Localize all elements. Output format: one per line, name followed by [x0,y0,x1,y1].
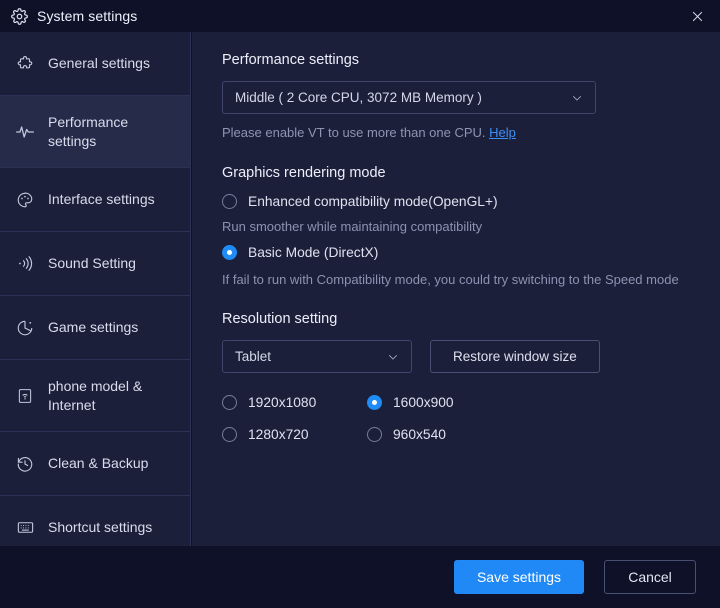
window-title: System settings [37,8,138,24]
resolution-option-label: 1920x1080 [248,395,317,410]
sidebar-item-label: Performance settings [48,113,129,149]
graphics-option-enhanced[interactable]: Enhanced compatibility mode(OpenGL+) [222,194,720,209]
puzzle-icon [14,53,36,75]
performance-settings-title: Performance settings [222,52,360,68]
radio-1280x720[interactable] [222,427,237,442]
title-bar: System settings [0,0,720,32]
radio-1600x900[interactable] [367,395,382,410]
speaker-icon [14,253,36,275]
sidebar-item-general-settings[interactable]: General settings [0,32,190,96]
resolution-option-960x540[interactable]: 960x540 [367,427,512,442]
sidebar-item-label: Clean & Backup [48,455,149,471]
sidebar-item-interface-settings[interactable]: Interface settings [0,168,190,232]
keyboard-icon [14,517,36,539]
footer-actions: Save settings Cancel [0,546,720,608]
graphics-option-enhanced-description: Run smoother while maintaining compatibi… [222,219,483,234]
gamepad-icon [14,317,36,339]
sidebar-item-label: General settings [48,55,150,71]
resolution-option-1600x900[interactable]: 1600x900 [367,395,512,410]
sidebar-item-performance-settings[interactable]: Performance settings [0,96,190,168]
graphics-rendering-mode-title: Graphics rendering mode [222,165,386,181]
resolution-option-1280x720[interactable]: 1280x720 [222,427,367,442]
resolution-preset-value: Tablet [235,349,272,364]
resolution-option-1920x1080[interactable]: 1920x1080 [222,395,367,410]
sidebar-item-game-settings[interactable]: Game settings [0,296,190,360]
resolution-setting-title: Resolution setting [222,311,338,327]
gear-icon [10,7,28,25]
vt-hint-text: Please enable VT to use more than one CP… [222,125,486,140]
performance-profile-select[interactable]: Middle ( 2 Core CPU, 3072 MB Memory ) [222,81,596,114]
resolution-option-label: 960x540 [393,427,446,442]
graphics-option-label: Basic Mode (DirectX) [248,245,379,260]
palette-icon [14,189,36,211]
help-link[interactable]: Help [489,125,516,140]
history-icon [14,453,36,475]
chevron-down-icon [570,91,584,105]
close-icon[interactable] [674,0,720,32]
performance-profile-value: Middle ( 2 Core CPU, 3072 MB Memory ) [235,90,482,105]
pulse-icon [14,121,36,143]
sidebar-item-label: Shortcut settings [48,519,153,535]
sidebar-item-sound-setting[interactable]: Sound Setting [0,232,190,296]
radio-1920x1080[interactable] [222,395,237,410]
sidebar-item-label: Game settings [48,319,139,335]
sidebar-item-label: phone model & Internet [48,377,143,413]
sidebar: General settings Performance settings In… [0,32,191,560]
device-wifi-icon [14,385,36,407]
graphics-mode-options: Enhanced compatibility mode(OpenGL+) Run… [222,194,720,289]
restore-window-size-button[interactable]: Restore window size [430,340,600,373]
system-settings-window: System settings General settings Perform… [0,0,720,608]
chevron-down-icon [386,350,400,364]
graphics-option-basic[interactable]: Basic Mode (DirectX) [222,245,720,260]
vt-hint: Please enable VT to use more than one CP… [222,125,720,140]
resolution-option-label: 1280x720 [248,427,309,442]
radio-enhanced-compatibility[interactable] [222,194,237,209]
cancel-button[interactable]: Cancel [604,560,696,594]
radio-960x540[interactable] [367,427,382,442]
sidebar-item-clean-backup[interactable]: Clean & Backup [0,432,190,496]
save-settings-button[interactable]: Save settings [454,560,584,594]
resolution-preset-select[interactable]: Tablet [222,340,412,373]
graphics-option-basic-description: If fail to run with Compatibility mode, … [222,272,679,287]
resolution-controls: Tablet Restore window size [222,340,720,373]
sidebar-item-label: Interface settings [48,191,155,207]
sidebar-item-label: Sound Setting [48,255,136,271]
resolution-option-label: 1600x900 [393,395,454,410]
main-content: Performance settings Middle ( 2 Core CPU… [192,32,720,546]
radio-basic-mode[interactable] [222,245,237,260]
graphics-option-label: Enhanced compatibility mode(OpenGL+) [248,194,498,209]
resolution-options: 1920x1080 1600x900 1280x720 960x540 [222,395,720,442]
sidebar-item-phone-model-internet[interactable]: phone model & Internet [0,360,190,432]
